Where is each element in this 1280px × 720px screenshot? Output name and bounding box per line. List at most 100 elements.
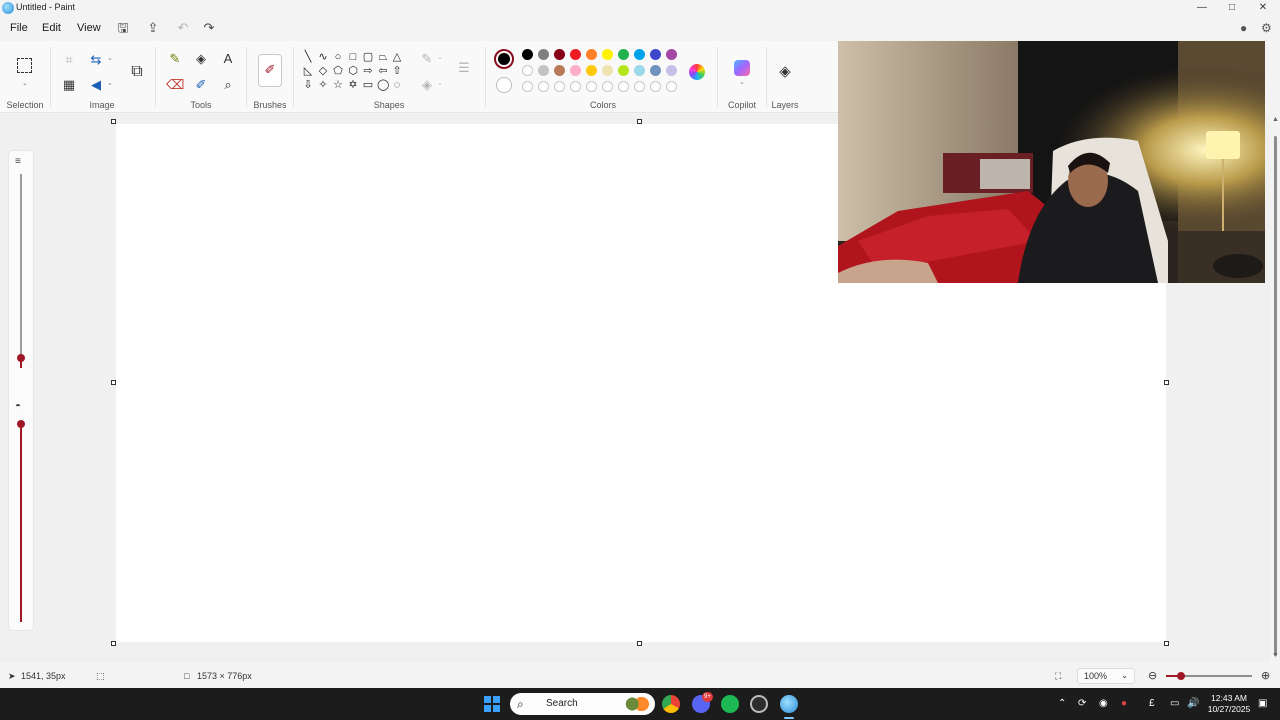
color-swatch[interactable] (586, 65, 597, 76)
volume-icon[interactable]: 🔊 (1187, 698, 1199, 709)
close-button[interactable]: ✕ (1248, 0, 1278, 16)
color-swatch[interactable] (522, 65, 533, 76)
rounded-rectangle-shape-icon[interactable]: ▢ (362, 51, 374, 63)
rounded-callout-shape-icon[interactable]: ▭ (362, 79, 374, 91)
discord-tray-icon[interactable]: ◉ (1099, 698, 1108, 709)
microphone-icon[interactable]: ● (1121, 698, 1127, 709)
color-swatch[interactable] (538, 65, 549, 76)
custom-color-slot[interactable] (570, 81, 581, 92)
shape-fill-icon[interactable]: ◈ (418, 76, 436, 94)
shape-outline-icon[interactable]: ✎ (418, 50, 436, 68)
menu-file[interactable]: File (10, 22, 28, 34)
chevron-down-icon[interactable]: ⌄ (22, 79, 28, 87)
pencil-icon[interactable]: ✎ (166, 50, 184, 68)
line-shape-icon[interactable]: ╲ (302, 51, 314, 63)
crop-icon[interactable]: ⌗ (60, 51, 78, 69)
settings-icon[interactable]: ⚙ (1261, 21, 1272, 35)
menu-edit[interactable]: Edit (42, 22, 61, 34)
custom-color-slot[interactable] (650, 81, 661, 92)
custom-color-slot[interactable] (666, 81, 677, 92)
redo-icon[interactable]: ↷ (201, 20, 217, 36)
resize-handle[interactable] (111, 641, 116, 646)
eraser-icon[interactable]: ⌫ (166, 76, 184, 94)
resize-handle[interactable] (637, 641, 642, 646)
pentagon-shape-icon[interactable]: ⬠ (332, 65, 344, 77)
custom-color-slot[interactable] (618, 81, 629, 92)
minimize-button[interactable]: — (1187, 0, 1217, 16)
color-swatch[interactable] (634, 49, 645, 60)
color-picker-icon[interactable]: ✐ (192, 76, 210, 94)
chevron-down-icon[interactable]: ⌄ (437, 53, 443, 61)
chevron-down-icon[interactable]: ⌄ (437, 79, 443, 87)
color-swatch[interactable] (554, 65, 565, 76)
zoom-in-icon[interactable]: ⊕ (1261, 669, 1270, 682)
vertical-scrollbar[interactable]: ▲ ▼ (1272, 114, 1280, 662)
color-swatch[interactable] (554, 49, 565, 60)
color-swatch[interactable] (586, 49, 597, 60)
resize-handle[interactable] (1164, 380, 1169, 385)
chrome-icon[interactable] (662, 695, 680, 713)
stroke-size-icon[interactable]: ☰ (455, 59, 473, 77)
language-indicator[interactable]: £ (1149, 698, 1155, 709)
network-icon[interactable]: ▭ (1170, 698, 1179, 709)
color-swatch[interactable] (618, 65, 629, 76)
color-swatch[interactable] (522, 49, 533, 60)
chevron-down-icon[interactable]: ⌄ (107, 79, 113, 87)
color-swatch[interactable] (666, 49, 677, 60)
opacity-thumb[interactable] (17, 420, 25, 428)
color-swatch[interactable] (666, 65, 677, 76)
custom-color-slot[interactable] (554, 81, 565, 92)
down-arrow-shape-icon[interactable]: ⇩ (302, 79, 314, 91)
hexagon-shape-icon[interactable]: ⬡ (347, 65, 359, 77)
resize-handle[interactable] (637, 119, 642, 124)
five-point-star-shape-icon[interactable]: ☆ (332, 79, 344, 91)
color-swatch[interactable] (570, 49, 581, 60)
scroll-down-arrow-icon[interactable]: ▼ (1272, 652, 1279, 659)
oval-shape-icon[interactable]: ○ (332, 51, 344, 63)
resize-icon[interactable]: ⇆ (87, 51, 105, 69)
color-swatch[interactable] (602, 65, 613, 76)
left-arrow-shape-icon[interactable]: ⇦ (377, 65, 389, 77)
share-icon[interactable]: ⇪ (145, 20, 161, 36)
background-removal-icon[interactable]: ▦ (60, 76, 78, 94)
custom-color-slot[interactable] (602, 81, 613, 92)
color-swatch[interactable] (634, 65, 645, 76)
custom-color-slot[interactable] (634, 81, 645, 92)
resize-handle[interactable] (1164, 641, 1169, 646)
notifications-icon[interactable]: ▣ (1258, 698, 1267, 709)
taskbar-search[interactable]: ⌕ Search (510, 693, 655, 715)
color-swatch[interactable] (618, 49, 629, 60)
spotify-icon[interactable] (721, 695, 739, 713)
start-button-windows-icon[interactable] (484, 696, 500, 712)
color-swatch[interactable] (570, 65, 581, 76)
color-swatch[interactable] (538, 49, 549, 60)
fill-bucket-icon[interactable]: ◈ (192, 50, 210, 68)
chevron-down-icon[interactable]: ⌄ (107, 54, 113, 62)
oval-callout-shape-icon[interactable]: ◯ (377, 79, 389, 91)
four-point-star-shape-icon[interactable]: ✧ (317, 79, 329, 91)
obs-icon[interactable] (750, 695, 768, 713)
selection-rect-icon[interactable] (17, 58, 32, 73)
undo-icon[interactable]: ↶ (175, 20, 191, 36)
scroll-up-arrow-icon[interactable]: ▲ (1272, 116, 1279, 123)
curve-shape-icon[interactable]: ∿ (317, 51, 329, 63)
up-arrow-shape-icon[interactable]: ⇧ (391, 65, 403, 77)
brush-icon[interactable]: ✐ (258, 54, 282, 87)
custom-color-slot[interactable] (522, 81, 533, 92)
color-swatch[interactable] (650, 49, 661, 60)
rectangle-shape-icon[interactable]: □ (347, 51, 359, 63)
rotate-icon[interactable]: ◀ (87, 76, 105, 94)
brush-size-slider[interactable] (20, 174, 22, 368)
cloud-callout-shape-icon[interactable]: ◌ (391, 79, 403, 91)
resize-handle[interactable] (111, 119, 116, 124)
zoom-slider-thumb[interactable] (1177, 672, 1185, 680)
zoom-out-icon[interactable]: ⊖ (1148, 669, 1157, 682)
six-point-star-shape-icon[interactable]: ✡ (347, 79, 359, 91)
primary-color-swatch[interactable] (494, 49, 514, 69)
custom-color-slot[interactable] (538, 81, 549, 92)
diamond-shape-icon[interactable]: ◇ (317, 65, 329, 77)
magnifier-icon[interactable]: ⌕ (219, 76, 237, 94)
menu-view[interactable]: View (77, 22, 101, 34)
clock[interactable]: 12:43 AM 10/27/2025 (1206, 693, 1252, 715)
chevron-down-icon[interactable]: ⌄ (739, 78, 745, 86)
